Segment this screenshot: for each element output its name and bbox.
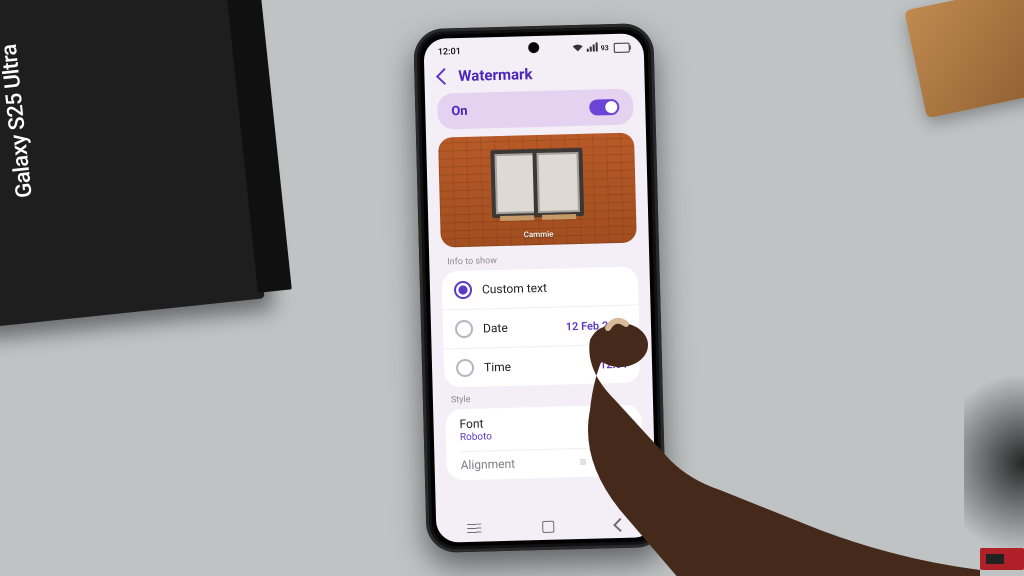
phone-bezel: 12:01 93 Watermark (419, 29, 660, 547)
phone-frame: 12:01 93 Watermark (413, 23, 667, 553)
status-right: 93 (573, 42, 630, 55)
radio-unchecked-icon (455, 320, 473, 338)
master-toggle-card[interactable]: On (437, 89, 634, 130)
page-title: Watermark (458, 65, 533, 85)
home-button[interactable] (542, 521, 554, 533)
option-label: Custom text (482, 279, 626, 297)
align-center-icon[interactable]: ≡ (600, 454, 607, 468)
alignment-label: Alignment (460, 457, 515, 472)
desk-scene: Galaxy S25 Ultra 12:01 93 (0, 0, 1024, 576)
radio-checked-icon (454, 281, 472, 299)
watermark-preview: Cammie (438, 132, 637, 247)
right-edge-shadow (964, 350, 1024, 576)
font-row[interactable]: Font Roboto (459, 413, 628, 443)
back-icon[interactable] (436, 68, 453, 85)
system-nav-bar (436, 511, 657, 543)
option-value: 12:01 (600, 357, 628, 371)
align-right-icon[interactable]: ≡ (621, 454, 628, 468)
option-label: Time (484, 358, 590, 375)
wifi-icon (573, 43, 583, 54)
alignment-icons: ≡ ≡ ≡ (579, 454, 628, 469)
master-toggle-switch[interactable] (589, 99, 619, 116)
signal-icon (586, 42, 598, 54)
option-label: Date (483, 320, 556, 336)
corner-badge (980, 548, 1024, 570)
style-card: Font Roboto Alignment ≡ ≡ ≡ (445, 404, 643, 480)
option-date[interactable]: Date 12 Feb 2025 (443, 304, 640, 348)
product-box: Galaxy S25 Ultra (0, 0, 265, 329)
system-back-button[interactable] (613, 518, 627, 532)
preview-window-right (532, 148, 584, 217)
info-list: Custom text Date 12 Feb 2025 Time 12:01 (442, 266, 641, 387)
radio-unchecked-icon (456, 359, 474, 377)
battery-pct: 93 (601, 44, 609, 52)
alignment-row[interactable]: Alignment ≡ ≡ ≡ (460, 447, 628, 472)
battery-icon (614, 43, 630, 53)
master-toggle-label: On (451, 103, 468, 118)
wooden-block (904, 0, 1024, 118)
phone-screen: 12:01 93 Watermark (423, 33, 656, 543)
status-time: 12:01 (438, 47, 461, 58)
option-value: 12 Feb 2025 (566, 318, 628, 333)
align-left-icon[interactable]: ≡ (579, 455, 586, 469)
product-box-text: Galaxy S25 Ultra (0, 43, 38, 199)
option-time[interactable]: Time 12:01 (444, 343, 641, 387)
recents-button[interactable] (467, 524, 481, 534)
product-box-side (225, 0, 292, 293)
option-custom-text[interactable]: Custom text (442, 266, 639, 309)
